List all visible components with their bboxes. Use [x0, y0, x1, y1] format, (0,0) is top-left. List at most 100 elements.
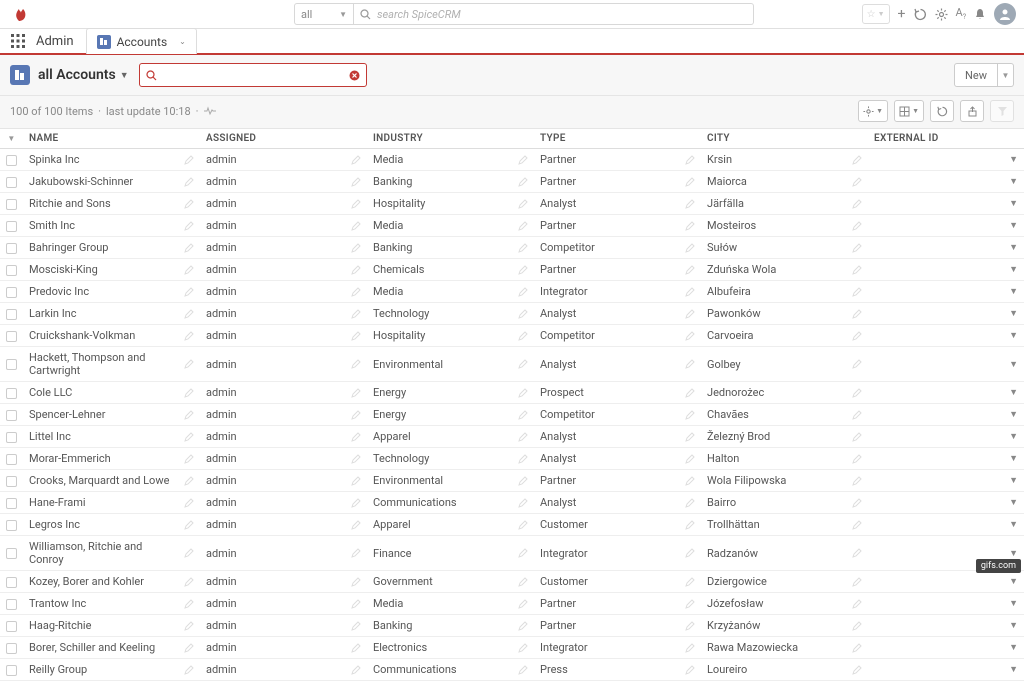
table-row[interactable]: Williamson, Ritchie and ConroyadminFinan…: [0, 536, 1024, 571]
edit-icon[interactable]: [512, 281, 534, 303]
table-row[interactable]: Reilly GroupadminCommunicationsPressLour…: [0, 659, 1024, 681]
edit-icon[interactable]: [846, 259, 868, 281]
row-menu-button[interactable]: ▼: [1003, 492, 1024, 514]
row-checkbox[interactable]: [6, 265, 17, 276]
edit-icon[interactable]: [679, 514, 701, 536]
edit-icon[interactable]: [178, 281, 200, 303]
edit-icon[interactable]: [512, 215, 534, 237]
edit-icon[interactable]: [679, 448, 701, 470]
edit-icon[interactable]: [846, 281, 868, 303]
column-header-city[interactable]: CITY: [701, 129, 846, 149]
edit-icon[interactable]: [512, 382, 534, 404]
edit-icon[interactable]: [846, 347, 868, 382]
row-checkbox[interactable]: [6, 476, 17, 487]
help-icon[interactable]: A?: [956, 6, 967, 21]
edit-icon[interactable]: [512, 536, 534, 571]
row-menu-button[interactable]: ▼: [1003, 593, 1024, 615]
edit-icon[interactable]: [345, 448, 367, 470]
edit-icon[interactable]: [846, 492, 868, 514]
table-row[interactable]: Predovic IncadminMediaIntegratorAlbufeir…: [0, 281, 1024, 303]
cell-name[interactable]: Hackett, Thompson and Cartwright: [23, 347, 178, 382]
row-checkbox[interactable]: [6, 454, 17, 465]
edit-icon[interactable]: [846, 193, 868, 215]
edit-icon[interactable]: [178, 149, 200, 171]
edit-icon[interactable]: [512, 659, 534, 681]
edit-icon[interactable]: [178, 193, 200, 215]
edit-icon[interactable]: [178, 448, 200, 470]
row-menu-button[interactable]: ▼: [1003, 281, 1024, 303]
table-row[interactable]: Crooks, Marquardt and LoweadminEnvironme…: [0, 470, 1024, 492]
cell-name[interactable]: Smith Inc: [23, 215, 178, 237]
edit-icon[interactable]: [345, 382, 367, 404]
edit-icon[interactable]: [512, 404, 534, 426]
row-menu-button[interactable]: ▼: [1003, 149, 1024, 171]
edit-icon[interactable]: [679, 593, 701, 615]
cell-name[interactable]: Ritchie and Sons: [23, 193, 178, 215]
table-row[interactable]: Trantow IncadminMediaPartnerJózefosław▼: [0, 593, 1024, 615]
edit-icon[interactable]: [178, 470, 200, 492]
edit-icon[interactable]: [178, 382, 200, 404]
cell-name[interactable]: Jakubowski-Schinner: [23, 171, 178, 193]
edit-icon[interactable]: [178, 492, 200, 514]
edit-icon[interactable]: [512, 470, 534, 492]
table-row[interactable]: Spencer-LehneradminEnergyCompetitorChavã…: [0, 404, 1024, 426]
edit-icon[interactable]: [345, 259, 367, 281]
edit-icon[interactable]: [345, 281, 367, 303]
row-checkbox[interactable]: [6, 199, 17, 210]
row-menu-button[interactable]: ▼: [1003, 237, 1024, 259]
edit-icon[interactable]: [679, 382, 701, 404]
edit-icon[interactable]: [345, 404, 367, 426]
edit-icon[interactable]: [345, 193, 367, 215]
column-header-name[interactable]: NAME: [23, 129, 178, 149]
table-row[interactable]: Hane-FramiadminCommunicationsAnalystBair…: [0, 492, 1024, 514]
row-checkbox[interactable]: [6, 309, 17, 320]
edit-icon[interactable]: [178, 237, 200, 259]
row-checkbox[interactable]: [6, 520, 17, 531]
cell-name[interactable]: Williamson, Ritchie and Conroy: [23, 536, 178, 571]
edit-icon[interactable]: [178, 215, 200, 237]
edit-icon[interactable]: [679, 171, 701, 193]
table-row[interactable]: Cruickshank-VolkmanadminHospitalityCompe…: [0, 325, 1024, 347]
global-search[interactable]: [354, 3, 754, 25]
export-button[interactable]: [960, 100, 984, 122]
edit-icon[interactable]: [679, 259, 701, 281]
cell-name[interactable]: Mosciski-King: [23, 259, 178, 281]
edit-icon[interactable]: [178, 259, 200, 281]
table-row[interactable]: Haag-RitchieadminBankingPartnerKrzyżanów…: [0, 615, 1024, 637]
gear-icon[interactable]: [935, 8, 948, 21]
bell-icon[interactable]: [974, 8, 986, 21]
edit-icon[interactable]: [846, 237, 868, 259]
row-menu-button[interactable]: ▼: [1003, 470, 1024, 492]
row-menu-button[interactable]: ▼: [1003, 259, 1024, 281]
column-header-industry[interactable]: INDUSTRY: [367, 129, 512, 149]
edit-icon[interactable]: [679, 470, 701, 492]
row-menu-button[interactable]: ▼: [1003, 171, 1024, 193]
row-checkbox[interactable]: [6, 643, 17, 654]
edit-icon[interactable]: [679, 615, 701, 637]
row-menu-button[interactable]: ▼: [1003, 382, 1024, 404]
row-checkbox[interactable]: [6, 221, 17, 232]
edit-icon[interactable]: [345, 571, 367, 593]
edit-icon[interactable]: [846, 171, 868, 193]
edit-icon[interactable]: [178, 659, 200, 681]
cell-name[interactable]: Larkin Inc: [23, 303, 178, 325]
edit-icon[interactable]: [679, 281, 701, 303]
table-row[interactable]: Smith IncadminMediaPartnerMosteiros▼: [0, 215, 1024, 237]
edit-icon[interactable]: [679, 404, 701, 426]
list-search-input[interactable]: [163, 68, 349, 82]
edit-icon[interactable]: [512, 171, 534, 193]
edit-icon[interactable]: [679, 637, 701, 659]
clear-icon[interactable]: [349, 70, 360, 81]
cell-name[interactable]: Crooks, Marquardt and Lowe: [23, 470, 178, 492]
edit-icon[interactable]: [679, 325, 701, 347]
row-checkbox[interactable]: [6, 577, 17, 588]
edit-icon[interactable]: [846, 303, 868, 325]
edit-icon[interactable]: [178, 536, 200, 571]
edit-icon[interactable]: [679, 426, 701, 448]
edit-icon[interactable]: [178, 404, 200, 426]
table-row[interactable]: Morar-EmmerichadminTechnologyAnalystHalt…: [0, 448, 1024, 470]
cell-name[interactable]: Borer, Schiller and Keeling: [23, 637, 178, 659]
global-search-input[interactable]: [377, 8, 747, 21]
edit-icon[interactable]: [846, 325, 868, 347]
edit-icon[interactable]: [345, 593, 367, 615]
